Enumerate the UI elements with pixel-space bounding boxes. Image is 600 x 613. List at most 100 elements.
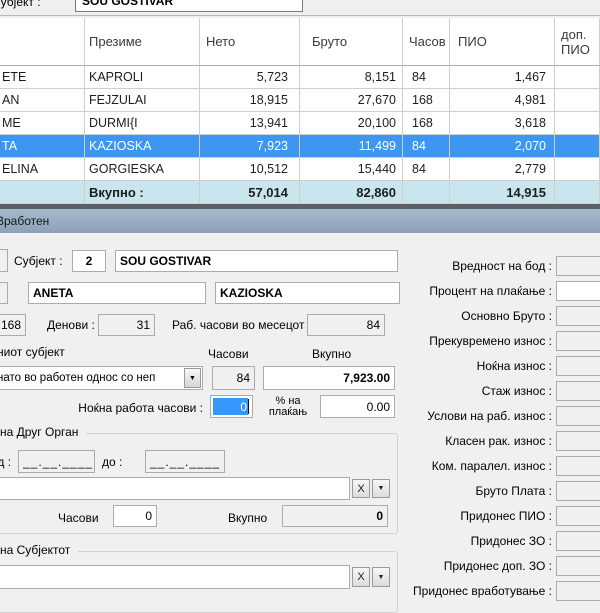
top-subject-label: Субјект : — [0, 0, 41, 9]
amount-field — [556, 431, 600, 451]
table-cell-hours[interactable]: 168 — [403, 89, 450, 112]
table-cell-pio[interactable]: 2,070 — [450, 135, 555, 158]
amount-field — [556, 381, 600, 401]
chevron-down-icon[interactable]: ▼ — [372, 567, 390, 587]
clear-button[interactable]: X — [352, 567, 370, 587]
table-cell-name[interactable]: TA — [0, 135, 85, 158]
amount-field[interactable] — [556, 281, 600, 301]
table-cell-surname[interactable]: KAPROLI — [85, 66, 200, 89]
total-cell-surname: Вкупно : — [85, 181, 200, 204]
employment-type-combobox[interactable]: нато во работен однос со неп ▼ — [0, 366, 203, 390]
amount-label: Прекувремено износ : — [429, 334, 552, 348]
date-to-label: до : — [102, 455, 122, 469]
table-cell-neto[interactable]: 18,915 — [200, 89, 300, 112]
other-organ-combobox[interactable] — [0, 477, 350, 500]
table-cell-neto[interactable]: 5,723 — [200, 66, 300, 89]
amount-row: Придонес вработување : — [420, 578, 600, 603]
amount-label: Стаж износ : — [482, 384, 552, 398]
percent-pay-label: % на плаќањ — [261, 396, 315, 418]
amount-label: Ноќна износ : — [477, 359, 552, 373]
text-caret — [248, 399, 249, 414]
amount-row: Процент на плаќање : — [420, 278, 600, 303]
table-cell-pio[interactable]: 3,618 — [450, 112, 555, 135]
first-name-field[interactable]: ANETA — [28, 282, 206, 304]
other-organ-group-label: на Друг Орган — [0, 425, 86, 439]
section-bar-title: Вработен — [0, 214, 49, 228]
subject-work-combobox[interactable] — [0, 565, 350, 589]
top-subject-strip: Субјект : SOU GOSTIVAR — [0, 0, 600, 16]
table-cell-bruto[interactable]: 11,499 — [300, 135, 403, 158]
subject-name-field[interactable]: SOU GOSTIVAR — [115, 250, 398, 272]
days-value: 31 — [137, 318, 150, 332]
subject-code-value: 2 — [86, 254, 93, 268]
table-cell-pio[interactable]: 2,779 — [450, 158, 555, 181]
table-cell-pio[interactable]: 4,981 — [450, 89, 555, 112]
amount-field — [556, 531, 600, 551]
table-cell-name[interactable]: ME — [0, 112, 85, 135]
table-cell-neto[interactable]: 10,512 — [200, 158, 300, 181]
amount-field — [556, 331, 600, 351]
table-cell-hours[interactable]: 84 — [403, 66, 450, 89]
amount-label: Бруто Плата : — [475, 484, 552, 498]
amount-row: Придонес ПИО : — [420, 503, 600, 528]
last-name-field[interactable]: KAZIOSKA — [215, 282, 400, 304]
other-organ-hours-input[interactable]: 0 — [113, 505, 157, 527]
clipped-field-fragment — [0, 282, 8, 304]
employee-table: ПрезимеНетоБрутоЧасовПИОдоп. ПИОETEKAPRO… — [0, 18, 600, 204]
table-cell-dop_pio[interactable] — [555, 89, 600, 112]
table-cell-dop_pio[interactable] — [555, 66, 600, 89]
table-cell-name[interactable]: AN — [0, 89, 85, 112]
table-cell-dop_pio[interactable] — [555, 112, 600, 135]
employment-hours-field: 84 — [212, 366, 255, 390]
subject-code-field[interactable]: 2 — [72, 250, 106, 272]
date-to-input[interactable]: __.__.____ — [145, 450, 225, 473]
table-cell-pio[interactable]: 1,467 — [450, 66, 555, 89]
amount-field — [556, 356, 600, 376]
table-cell-surname[interactable]: FEJZULAI — [85, 89, 200, 112]
other-organ-total-field: 0 — [282, 505, 388, 527]
hours-column-label: Часови — [208, 347, 249, 361]
table-cell-neto[interactable]: 13,941 — [200, 112, 300, 135]
amount-row: Бруто Плата : — [420, 478, 600, 503]
table-cell-dop_pio[interactable] — [555, 135, 600, 158]
amount-label: Основно Бруто : — [461, 309, 552, 323]
amount-row: Ноќна износ : — [420, 353, 600, 378]
table-cell-surname[interactable]: DURMI{I — [85, 112, 200, 135]
chevron-down-icon[interactable]: ▼ — [372, 479, 390, 498]
table-cell-hours[interactable]: 84 — [403, 135, 450, 158]
employment-type-value: нато во работен однос со неп — [0, 372, 155, 384]
column-header-dop_pio: доп. ПИО — [555, 18, 600, 66]
chevron-down-icon[interactable]: ▼ — [184, 368, 201, 388]
percent-pay-value: 0.00 — [367, 400, 390, 414]
table-cell-name[interactable]: ELINA — [0, 158, 85, 181]
table-cell-bruto[interactable]: 27,670 — [300, 89, 403, 112]
night-work-input[interactable]: 0 — [210, 395, 253, 418]
table-cell-surname[interactable]: KAZIOSKA — [85, 135, 200, 158]
amount-field — [556, 556, 600, 576]
date-from-input[interactable]: __.__.____ — [18, 450, 95, 473]
table-cell-hours[interactable]: 84 — [403, 158, 450, 181]
amount-label: Придонес вработување : — [413, 584, 552, 598]
table-cell-name[interactable]: ETE — [0, 66, 85, 89]
other-organ-total-label: Вкупно — [228, 511, 267, 525]
top-subject-field[interactable]: SOU GOSTIVAR — [75, 0, 303, 12]
clear-button[interactable]: X — [352, 479, 370, 498]
amount-label: Придонес ПИО : — [460, 509, 552, 523]
table-cell-bruto[interactable]: 15,440 — [300, 158, 403, 181]
table-cell-bruto[interactable]: 8,151 — [300, 66, 403, 89]
amount-row: Стаж износ : — [420, 378, 600, 403]
percent-pay-input[interactable]: 0.00 — [320, 395, 395, 418]
amount-row: Придонес доп. ЗО : — [420, 553, 600, 578]
amount-field — [556, 456, 600, 476]
total-cell-name — [0, 181, 85, 204]
employee-section-bar: Вработен — [0, 209, 600, 234]
table-cell-neto[interactable]: 7,923 — [200, 135, 300, 158]
table-cell-surname[interactable]: GORGIESKA — [85, 158, 200, 181]
table-cell-bruto[interactable]: 20,100 — [300, 112, 403, 135]
table-cell-hours[interactable]: 168 — [403, 112, 450, 135]
amount-label: Придонес ЗО : — [471, 534, 552, 548]
total-column-label: Вкупно — [312, 347, 351, 361]
table-cell-dop_pio[interactable] — [555, 158, 600, 181]
month-hours-value: 84 — [367, 318, 380, 332]
column-header-surname: Презиме — [85, 18, 200, 66]
